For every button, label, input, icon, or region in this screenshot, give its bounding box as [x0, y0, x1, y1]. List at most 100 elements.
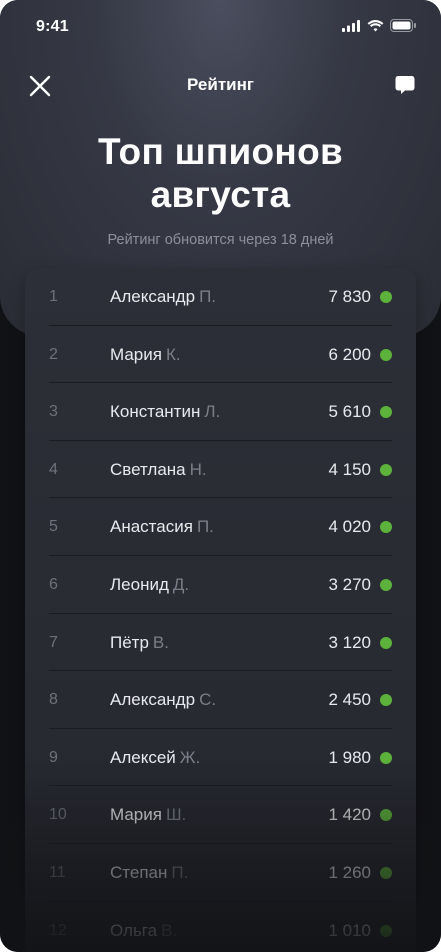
points-indicator-icon	[380, 694, 392, 707]
player-first-name: Анастасия	[110, 517, 193, 537]
player-name: Алексей Ж.	[110, 748, 200, 768]
points-indicator-icon	[380, 463, 392, 476]
status-bar: 9:41	[0, 0, 441, 52]
player-first-name: Алексей	[110, 747, 176, 767]
ranking-row[interactable]: 2 Мария К. 6 200	[25, 326, 416, 384]
rank-number: 2	[49, 345, 58, 363]
player-initial: П.	[171, 862, 189, 882]
player-first-name: Константин	[110, 402, 201, 422]
player-name: Александр С.	[110, 690, 216, 710]
player-initial: П.	[199, 287, 217, 306]
points-indicator-icon	[380, 636, 392, 649]
page-title: Топ шпионов августа	[0, 130, 441, 216]
player-initial: К.	[165, 344, 181, 364]
ranking-row[interactable]: 4 Светлана Н. 4 150	[25, 441, 416, 499]
player-name: Ольга В.	[110, 921, 177, 941]
rank-number: 7	[49, 633, 58, 651]
player-name: Константин Л.	[110, 402, 220, 422]
ranking-row[interactable]: 1 Александр П. 7 830	[25, 268, 416, 326]
rank-number: 4	[49, 460, 58, 478]
player-first-name: Мария	[110, 805, 162, 825]
player-score: 6 200	[328, 344, 371, 364]
ranking-row[interactable]: 3 Константин Л. 5 610	[25, 383, 416, 441]
player-score: 2 450	[328, 690, 371, 710]
points-indicator-icon	[380, 291, 392, 303]
chat-button[interactable]	[393, 73, 417, 97]
rank-number: 8	[49, 691, 58, 709]
player-name: Леонид Д.	[110, 575, 189, 595]
points-indicator-icon	[380, 866, 392, 879]
player-first-name: Ольга	[110, 920, 158, 940]
nav-bar: Рейтинг	[0, 64, 441, 108]
player-first-name: Александр	[110, 690, 196, 710]
points-indicator-icon	[380, 751, 392, 764]
ranking-row[interactable]: 11 Степан П. 1 260	[25, 844, 416, 902]
player-name: Степан П.	[110, 863, 188, 883]
leaderboard-screen: 9:41 Рейтинг Топ шпионов августа Рейтинг…	[0, 0, 441, 952]
ranking-list: 1 Александр П. 7 830 2 Мария К. 6 200 3 Ко…	[25, 268, 416, 952]
points-indicator-icon	[380, 521, 392, 534]
player-score: 7 830	[328, 287, 371, 306]
rank-number: 11	[49, 863, 66, 881]
status-time: 9:41	[36, 18, 69, 35]
rank-number: 5	[49, 518, 58, 536]
player-score: 1 010	[328, 920, 371, 940]
update-countdown: Рейтинг обновится через 18 дней	[107, 232, 334, 248]
battery-icon	[390, 19, 417, 37]
ranking-row[interactable]: 12 Ольга В. 1 010	[25, 902, 416, 952]
player-name: Александр П.	[110, 287, 216, 307]
player-initial: Д.	[172, 574, 190, 594]
ranking-row[interactable]: 10 Мария Ш. 1 420	[25, 786, 416, 844]
player-score: 3 270	[328, 574, 371, 594]
points-indicator-icon	[380, 578, 392, 591]
chat-bubble-icon	[395, 76, 415, 94]
points-indicator-icon	[380, 348, 392, 361]
player-name: Светлана Н.	[110, 460, 207, 480]
ranking-row[interactable]: 7 Пётр В. 3 120	[25, 614, 416, 672]
ranking-row[interactable]: 9 Алексей Ж. 1 980	[25, 729, 416, 787]
player-initial: Ш.	[165, 805, 187, 825]
ranking-row[interactable]: 6 Леонид Д. 3 270	[25, 556, 416, 614]
player-first-name: Леонид	[110, 574, 169, 594]
player-first-name: Александр	[110, 287, 196, 306]
cellular-signal-icon	[342, 19, 361, 37]
player-initial: Н.	[189, 459, 207, 479]
player-initial: С.	[199, 690, 217, 710]
player-first-name: Степан	[110, 862, 168, 882]
player-score: 3 120	[328, 632, 371, 652]
player-name: Анастасия П.	[110, 517, 214, 537]
rank-number: 9	[49, 748, 58, 766]
player-initial: В.	[161, 920, 178, 940]
player-name: Мария Ш.	[110, 805, 186, 825]
ranking-row[interactable]: 8 Александр С. 2 450	[25, 671, 416, 729]
player-score: 4 020	[328, 517, 371, 537]
status-icons	[342, 19, 417, 37]
points-indicator-icon	[380, 809, 392, 822]
player-score: 1 980	[328, 747, 371, 767]
player-initial: В.	[152, 632, 169, 652]
player-score: 1 260	[328, 862, 371, 882]
player-first-name: Мария	[110, 344, 162, 364]
player-name: Пётр В.	[110, 633, 169, 653]
player-first-name: Пётр	[110, 632, 149, 652]
page-title-line-2: августа	[150, 174, 291, 215]
player-score: 4 150	[328, 459, 371, 479]
rank-number: 1	[49, 288, 58, 305]
player-name: Мария К.	[110, 345, 181, 365]
rank-number: 3	[49, 403, 58, 421]
rank-number: 12	[49, 921, 67, 939]
points-indicator-icon	[380, 924, 392, 937]
points-indicator-icon	[380, 406, 392, 419]
ranking-row[interactable]: 5 Анастасия П. 4 020	[25, 498, 416, 556]
page-title-line-1: Топ шпионов	[97, 131, 344, 172]
rank-number: 10	[49, 806, 67, 824]
player-initial: П.	[196, 517, 214, 537]
rank-number: 6	[49, 575, 58, 593]
player-first-name: Светлана	[110, 459, 186, 479]
player-initial: Ж.	[179, 747, 201, 767]
wifi-icon	[367, 19, 384, 37]
player-score: 5 610	[328, 402, 371, 422]
nav-title: Рейтинг	[187, 75, 254, 94]
player-initial: Л.	[204, 402, 221, 422]
player-score: 1 420	[328, 805, 371, 825]
